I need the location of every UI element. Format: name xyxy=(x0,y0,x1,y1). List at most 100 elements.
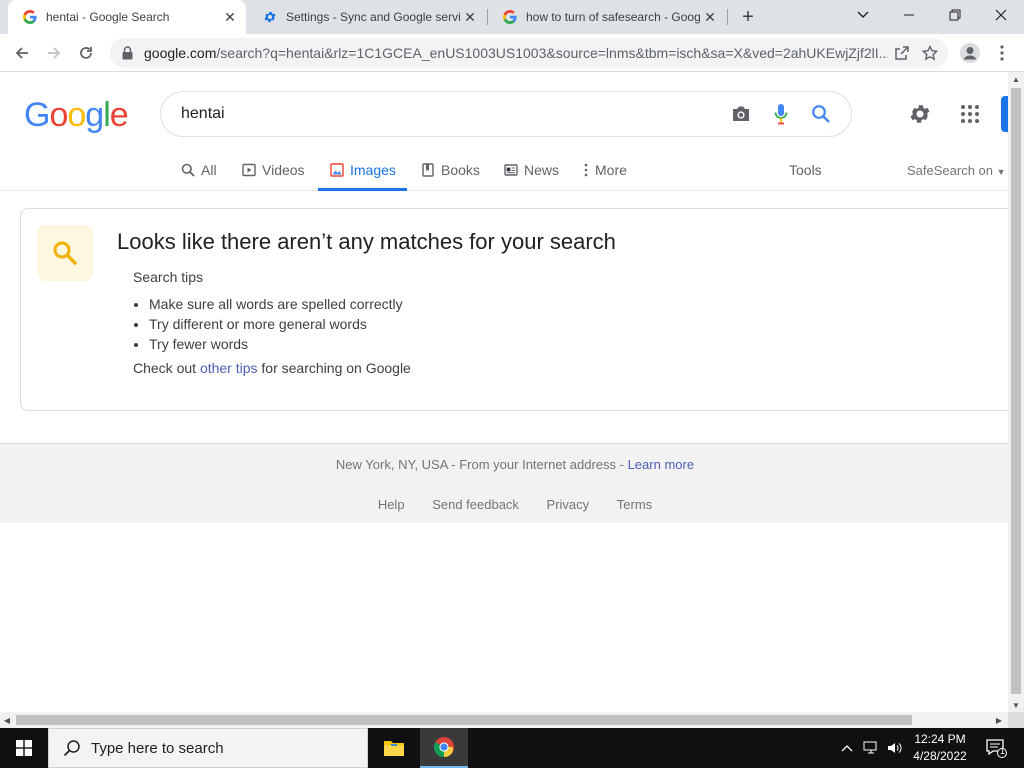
image-icon xyxy=(329,162,345,178)
windows-logo-icon xyxy=(16,740,32,756)
google-logo[interactable]: Google xyxy=(24,96,129,135)
tab-label: All xyxy=(201,162,217,178)
close-window-button[interactable] xyxy=(978,0,1024,30)
reload-button[interactable] xyxy=(72,39,100,67)
browser-menu-button[interactable] xyxy=(990,39,1014,67)
lock-icon[interactable] xyxy=(120,45,134,61)
video-icon xyxy=(241,162,257,178)
tab-more[interactable]: More xyxy=(582,150,627,190)
share-icon[interactable] xyxy=(888,39,916,67)
start-button[interactable] xyxy=(0,728,48,768)
tab-news[interactable]: News xyxy=(503,150,559,190)
page-footer: New York, NY, USA - From your Internet a… xyxy=(0,443,1008,523)
url-host: google.com xyxy=(144,45,217,61)
browser-tab-safesearch-query[interactable]: how to turn of safesearch - Goog ✕ xyxy=(488,0,726,34)
minimize-button[interactable] xyxy=(886,0,932,30)
browser-tab-settings[interactable]: Settings - Sync and Google servi ✕ xyxy=(248,0,486,34)
learn-more-link[interactable]: Learn more xyxy=(628,457,694,472)
close-tab-icon[interactable]: ✕ xyxy=(220,7,240,27)
caret-down-icon: ▼ xyxy=(996,167,1006,177)
clock-date: 4/28/2022 xyxy=(913,749,967,763)
network-icon[interactable] xyxy=(860,728,882,768)
tab-label: Books xyxy=(441,162,480,178)
folder-icon xyxy=(384,741,404,756)
vertical-scroll-thumb[interactable] xyxy=(1011,88,1021,694)
search-tips-list: Make sure all words are spelled correctl… xyxy=(149,294,403,354)
tab-title: hentai - Google Search xyxy=(46,10,170,24)
url-path: /search?q=hentai&rlz=1C1GCEA_enUS1003US1… xyxy=(216,45,888,61)
google-g-icon xyxy=(502,9,518,25)
tab-search-button[interactable] xyxy=(840,0,886,30)
tools-button[interactable]: Tools xyxy=(789,162,822,178)
tab-title: Settings - Sync and Google servi xyxy=(286,10,460,24)
scroll-right-arrow-icon[interactable]: ▶ xyxy=(992,712,1006,728)
avatar-icon xyxy=(960,43,980,63)
tab-title: how to turn of safesearch - Goog xyxy=(526,10,700,24)
tab-separator xyxy=(727,9,728,25)
safesearch-label: SafeSearch on xyxy=(907,163,994,178)
address-bar[interactable]: google.com/search?q=hentai&rlz=1C1GCEA_e… xyxy=(110,38,948,68)
tab-label: News xyxy=(524,162,560,178)
restore-icon xyxy=(949,9,961,21)
footer-link-help[interactable]: Help xyxy=(378,497,405,512)
horizontal-scrollbar[interactable]: ◀ ▶ xyxy=(0,712,1008,728)
search-icon xyxy=(180,162,196,178)
search-box xyxy=(160,91,852,137)
microphone-icon[interactable] xyxy=(761,94,801,134)
tab-images[interactable]: Images xyxy=(318,150,407,191)
search-icon[interactable] xyxy=(801,94,841,134)
taskbar-search-box[interactable]: Type here to search xyxy=(48,728,368,768)
close-tab-icon[interactable]: ✕ xyxy=(700,7,720,27)
list-item: Try different or more general words xyxy=(149,314,403,334)
bookmark-star-icon[interactable] xyxy=(916,39,944,67)
no-results-icon-box xyxy=(37,225,93,281)
footer-link-privacy[interactable]: Privacy xyxy=(547,497,590,512)
no-results-card: Looks like there aren’t any matches for … xyxy=(20,208,1008,411)
close-icon xyxy=(995,9,1007,21)
new-tab-button[interactable]: + xyxy=(736,5,760,29)
scroll-up-arrow-icon[interactable]: ▲ xyxy=(1008,72,1024,86)
forward-button[interactable] xyxy=(40,39,68,67)
google-search-page: Google All Videos Images xyxy=(0,72,1008,712)
tab-books[interactable]: Books xyxy=(420,150,480,190)
other-tips-prefix: Check out xyxy=(133,360,200,376)
reload-icon xyxy=(80,47,92,59)
location-text: New York, NY, USA - From your Internet a… xyxy=(335,457,628,472)
restore-button[interactable] xyxy=(932,0,978,30)
browser-tab-strip: hentai - Google Search ✕ Settings - Sync… xyxy=(0,0,1024,34)
system-clock[interactable]: 12:24 PM 4/28/2022 xyxy=(906,731,974,765)
close-tab-icon[interactable]: ✕ xyxy=(460,7,480,27)
action-center-button[interactable]: 1 xyxy=(978,728,1014,768)
footer-link-terms[interactable]: Terms xyxy=(617,497,652,512)
sign-in-button[interactable] xyxy=(1001,96,1008,132)
chrome-taskbar-button[interactable] xyxy=(420,728,468,768)
settings-gear-icon[interactable] xyxy=(906,100,934,128)
safesearch-dropdown[interactable]: SafeSearch on ▼ xyxy=(907,163,1006,178)
scroll-down-arrow-icon[interactable]: ▼ xyxy=(1008,698,1024,712)
vertical-scrollbar[interactable]: ▲ ▼ xyxy=(1008,72,1024,712)
news-icon xyxy=(503,162,519,178)
profile-button[interactable] xyxy=(956,39,984,67)
tab-label: Images xyxy=(350,162,396,178)
no-results-heading: Looks like there aren’t any matches for … xyxy=(117,229,616,254)
location-line: New York, NY, USA - From your Internet a… xyxy=(0,457,1008,472)
google-apps-icon[interactable] xyxy=(956,100,984,128)
volume-icon[interactable] xyxy=(884,728,906,768)
taskbar-search-placeholder: Type here to search xyxy=(91,739,224,757)
footer-link-send-feedback[interactable]: Send feedback xyxy=(432,497,519,512)
tab-videos[interactable]: Videos xyxy=(241,150,305,190)
horizontal-scroll-thumb[interactable] xyxy=(16,715,912,725)
tab-all[interactable]: All xyxy=(180,150,217,190)
chrome-icon xyxy=(433,737,454,758)
camera-icon[interactable] xyxy=(721,94,761,134)
file-explorer-button[interactable] xyxy=(370,728,418,768)
arrow-left-icon xyxy=(15,47,28,59)
list-item: Make sure all words are spelled correctl… xyxy=(149,294,403,314)
search-input[interactable] xyxy=(181,105,721,123)
other-tips-link[interactable]: other tips xyxy=(200,360,258,376)
scroll-left-arrow-icon[interactable]: ◀ xyxy=(0,712,14,728)
tab-label: Videos xyxy=(262,162,305,178)
browser-tab-google-search[interactable]: hentai - Google Search ✕ xyxy=(8,0,246,34)
show-hidden-icons-button[interactable] xyxy=(836,728,858,768)
back-button[interactable] xyxy=(8,39,36,67)
